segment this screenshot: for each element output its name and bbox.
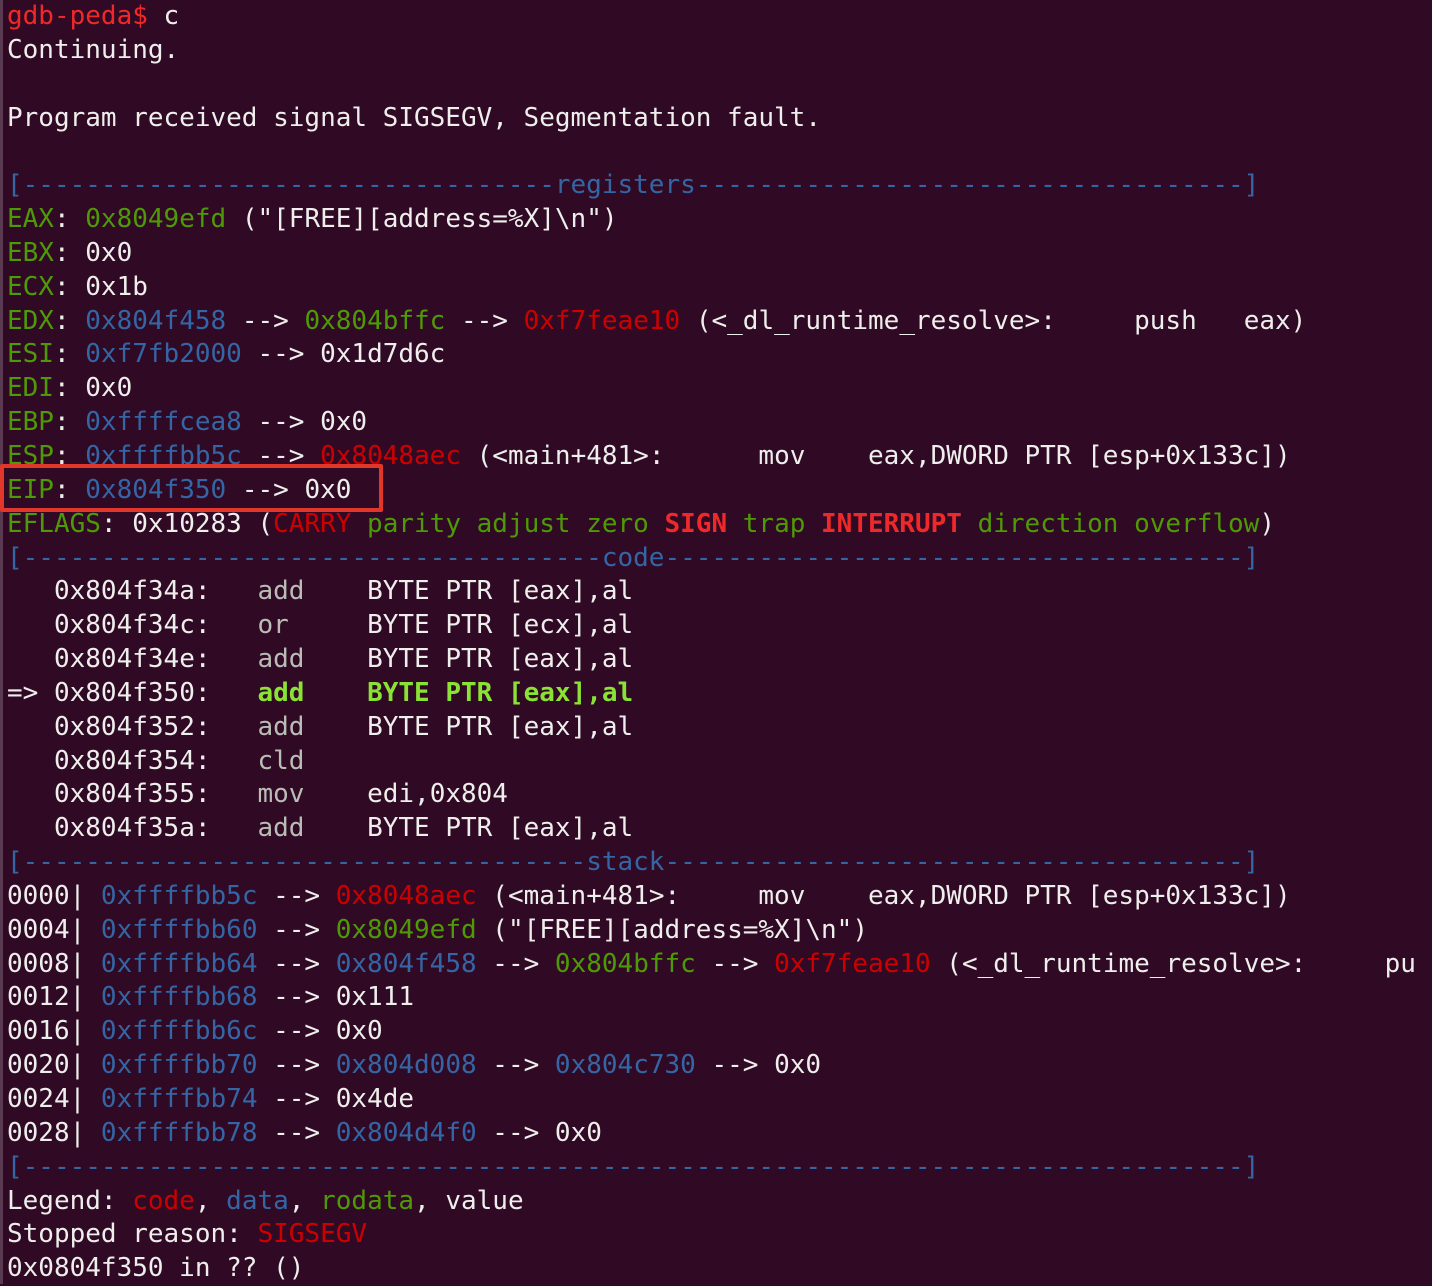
disassembly: 0x804f34a: add BYTE PTR [eax],al 0x804f3… <box>7 575 1432 846</box>
location-line: 0x0804f350 in ?? () <box>7 1253 305 1284</box>
legend-code: code <box>132 1185 195 1216</box>
gdb-prompt: gdb-peda$ <box>7 1 148 31</box>
code-line: 0x804f352: add BYTE PTR [eax],al <box>53 711 634 742</box>
stack-title: stack <box>586 847 665 878</box>
stack-dump: 0000| 0xffffbb5c --> 0x8048aec (<main+48… <box>7 880 1432 1151</box>
command-text: c <box>147 1 180 31</box>
stack-row: 0016| 0xffffbb6c --> 0x0 <box>7 1016 383 1047</box>
prompt-line: gdb-peda$ c <box>7 0 1432 34</box>
stack-row: 0024| 0xffffbb74 --> 0x4de <box>7 1084 415 1114</box>
window-edge <box>0 0 3 1284</box>
code-header: [-------------------------------------co… <box>7 542 1260 573</box>
code-line: 0x804f355: mov edi,0x804 <box>53 779 508 810</box>
register-eax: EAX: 0x8049efd ("[FREE][address=%X]\n") <box>7 204 618 235</box>
legend-line: Legend: code, data, rodata, value <box>7 1185 524 1216</box>
flag-sign: SIGN <box>664 508 728 539</box>
register-ebx: EBX: 0x0 <box>7 237 133 268</box>
register-edx: EDX: 0x804f458 --> 0x804bffc --> 0xf7fea… <box>7 305 1307 336</box>
code-title: code <box>601 542 665 573</box>
registers-title: registers <box>554 170 696 201</box>
code-line: 0x804f34a: add BYTE PTR [eax],al <box>53 576 634 607</box>
signal-message: Program received signal SIGSEGV, Segment… <box>7 102 821 133</box>
register-ecx: ECX: 0x1b <box>7 271 148 302</box>
legend-data: data <box>226 1185 289 1216</box>
registers-header: [----------------------------------regis… <box>7 170 1260 201</box>
continuing-line: Continuing. <box>7 34 180 65</box>
stack-row: 0020| 0xffffbb70 --> 0x804d008 --> 0x804… <box>7 1050 822 1081</box>
code-line: 0x804f35a: add BYTE PTR [eax],al <box>53 813 634 844</box>
flag-interrupt: INTERRUPT <box>821 508 962 539</box>
code-line: 0x804f354: cld <box>53 745 305 776</box>
flag-carry: CARRY <box>273 508 352 539</box>
stopped-reason: SIGSEGV <box>257 1219 368 1250</box>
legend-value: value <box>445 1185 524 1216</box>
stack-row: 0028| 0xffffbb78 --> 0x804d4f0 --> 0x0 <box>7 1117 602 1148</box>
current-instruction: => 0x804f350: add BYTE PTR [eax],al <box>7 677 634 708</box>
stack-row: 0004| 0xffffbb60 --> 0x8049efd ("[FREE][… <box>7 914 868 945</box>
register-edi: EDI: 0x0 <box>7 373 133 404</box>
stack-row: 0012| 0xffffbb68 --> 0x111 <box>7 982 415 1013</box>
stack-footer: [---------------------------------------… <box>7 1151 1260 1182</box>
stopped-reason-line: Stopped reason: SIGSEGV <box>7 1219 368 1250</box>
stack-row: 0008| 0xffffbb64 --> 0x804f458 --> 0x804… <box>7 948 1416 979</box>
terminal-window[interactable]: gdb-peda$ c Continuing. Program received… <box>0 0 1432 1284</box>
register-ebp: EBP: 0xffffcea8 --> 0x0 <box>7 407 368 438</box>
legend-rodata: rodata <box>320 1185 415 1216</box>
stack-row: 0000| 0xffffbb5c --> 0x8048aec (<main+48… <box>7 880 1291 911</box>
register-eflags: EFLAGS: 0x10283 (CARRY parity adjust zer… <box>7 508 1275 539</box>
code-line: 0x804f34c: or BYTE PTR [ecx],al <box>53 610 634 641</box>
register-esi: ESI: 0xf7fb2000 --> 0x1d7d6c <box>7 339 446 370</box>
code-line: 0x804f34e: add BYTE PTR [eax],al <box>53 644 634 675</box>
stack-header: [------------------------------------sta… <box>7 847 1260 878</box>
eip-highlight-box <box>0 464 383 512</box>
